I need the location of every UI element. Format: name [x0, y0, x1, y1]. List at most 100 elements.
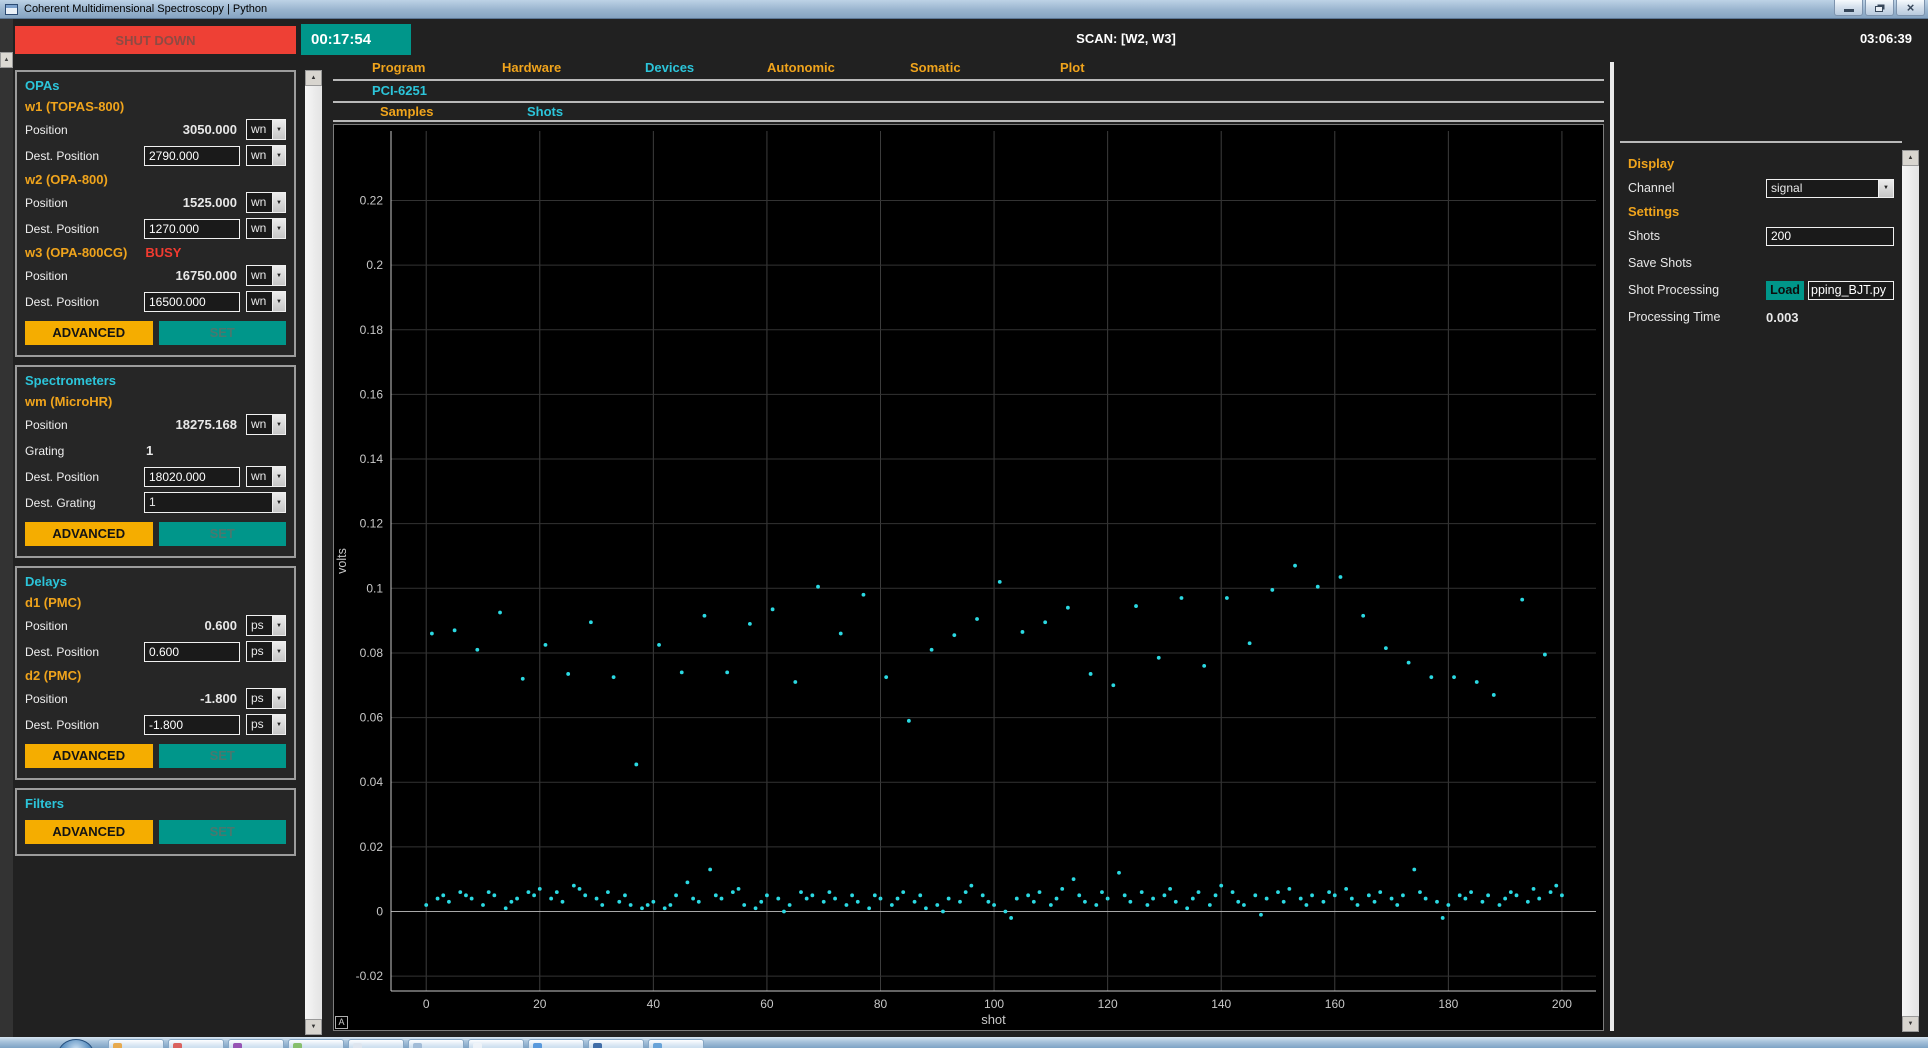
- destination-input[interactable]: [144, 219, 240, 239]
- start-button[interactable]: [58, 1039, 94, 1048]
- close-button[interactable]: ×: [1896, 0, 1925, 16]
- data-point: [1055, 897, 1059, 901]
- data-point: [436, 897, 440, 901]
- taskbar-app-button[interactable]: [228, 1039, 284, 1048]
- data-point: [1304, 903, 1308, 907]
- destination-input[interactable]: [144, 642, 240, 662]
- units-value: wn: [247, 292, 272, 311]
- restore-button[interactable]: [1865, 0, 1894, 16]
- subtab-shots[interactable]: Shots: [527, 104, 563, 119]
- tab-devices[interactable]: Devices: [645, 60, 767, 75]
- destination-input[interactable]: [144, 146, 240, 166]
- tab-program[interactable]: Program: [372, 60, 502, 75]
- tab-somatic[interactable]: Somatic: [910, 60, 1060, 75]
- units-select[interactable]: ps▼: [246, 641, 286, 662]
- units-select[interactable]: wn▼: [246, 466, 286, 487]
- destination-input[interactable]: [144, 715, 240, 735]
- advanced-button[interactable]: ADVANCED: [25, 321, 153, 345]
- chevron-down-icon: ▼: [272, 689, 285, 708]
- data-point: [549, 897, 553, 901]
- data-point: [668, 903, 672, 907]
- data-point: [1543, 653, 1547, 657]
- units-select[interactable]: ps▼: [246, 688, 286, 709]
- processing-file-input[interactable]: [1808, 281, 1894, 300]
- data-point: [1038, 890, 1042, 894]
- taskbar-app-button[interactable]: [108, 1039, 164, 1048]
- data-point: [1384, 646, 1388, 650]
- tab-plot[interactable]: Plot: [1060, 60, 1140, 75]
- subtab-samples[interactable]: Samples: [380, 104, 527, 119]
- data-point: [1043, 620, 1047, 624]
- set-button[interactable]: SET: [159, 744, 287, 768]
- sidebar-scrollbar[interactable]: ▲ ▼: [305, 70, 322, 1035]
- window-titlebar[interactable]: Coherent Multidimensional Spectroscopy |…: [0, 0, 1928, 19]
- scroll-up-icon[interactable]: ▲: [0, 52, 13, 68]
- data-point: [1163, 893, 1167, 897]
- units-select[interactable]: wn▼: [246, 192, 286, 213]
- units-value: wn: [247, 415, 272, 434]
- units-select[interactable]: wn▼: [246, 291, 286, 312]
- set-button[interactable]: SET: [159, 522, 287, 546]
- units-select[interactable]: wn▼: [246, 119, 286, 140]
- sub-tab-separator: [333, 120, 1604, 122]
- scatter-plot[interactable]: 0.220.20.180.160.140.120.10.080.060.040.…: [334, 125, 1603, 1030]
- channel-select[interactable]: signal ▼: [1766, 179, 1894, 198]
- data-point: [1350, 897, 1354, 901]
- tab-hardware[interactable]: Hardware: [502, 60, 645, 75]
- taskbar-app-button[interactable]: [528, 1039, 584, 1048]
- scroll-down-icon[interactable]: ▼: [305, 1019, 322, 1035]
- advanced-button[interactable]: ADVANCED: [25, 522, 153, 546]
- settings-scrollbar[interactable]: ▲ ▼: [1902, 150, 1919, 1032]
- autoscale-button[interactable]: A: [335, 1016, 348, 1029]
- units-select[interactable]: wn▼: [246, 218, 286, 239]
- taskbar-app-button[interactable]: [408, 1039, 464, 1048]
- x-tick-label: 180: [1438, 997, 1458, 1011]
- device-tab-pci-6251[interactable]: PCI-6251: [372, 83, 427, 98]
- set-button[interactable]: SET: [159, 820, 287, 844]
- x-axis-label: shot: [981, 1012, 1006, 1027]
- scroll-up-icon[interactable]: ▲: [305, 70, 322, 86]
- minimize-button[interactable]: [1834, 0, 1863, 16]
- units-select[interactable]: ps▼: [246, 615, 286, 636]
- windows-taskbar[interactable]: [0, 1037, 1928, 1048]
- data-point: [1253, 893, 1257, 897]
- destination-input[interactable]: [144, 292, 240, 312]
- load-button[interactable]: Load: [1766, 281, 1804, 300]
- panel-splitter[interactable]: [1610, 62, 1614, 1031]
- data-point: [1333, 893, 1337, 897]
- data-point: [572, 884, 576, 888]
- advanced-button[interactable]: ADVANCED: [25, 820, 153, 844]
- scroll-down-icon[interactable]: ▼: [1902, 1016, 1919, 1032]
- left-gutter: ▲: [0, 19, 13, 1037]
- data-point: [1441, 916, 1445, 920]
- taskbar-app-button[interactable]: [168, 1039, 224, 1048]
- shutdown-button[interactable]: SHUT DOWN: [15, 26, 296, 54]
- data-point: [492, 893, 496, 897]
- taskbar-app-button[interactable]: [348, 1039, 404, 1048]
- taskbar-app-button[interactable]: [648, 1039, 704, 1048]
- data-point: [1021, 630, 1025, 634]
- taskbar-app-button[interactable]: [588, 1039, 644, 1048]
- data-point: [839, 632, 843, 636]
- data-point: [1089, 672, 1093, 676]
- processing-time-label: Processing Time: [1628, 310, 1766, 324]
- tab-autonomic[interactable]: Autonomic: [767, 60, 910, 75]
- destination-input[interactable]: [144, 467, 240, 487]
- scroll-up-icon[interactable]: ▲: [1902, 150, 1919, 166]
- section-title: Spectrometers: [25, 373, 286, 388]
- data-point: [918, 893, 922, 897]
- units-select[interactable]: ps▼: [246, 714, 286, 735]
- shots-input[interactable]: [1766, 227, 1894, 246]
- set-button[interactable]: SET: [159, 321, 287, 345]
- grating-select[interactable]: 1▼: [144, 492, 286, 513]
- units-select[interactable]: wn▼: [246, 145, 286, 166]
- units-select[interactable]: wn▼: [246, 265, 286, 286]
- data-point: [555, 890, 559, 894]
- data-point: [424, 903, 428, 907]
- taskbar-app-button[interactable]: [288, 1039, 344, 1048]
- app-icon: [533, 1043, 542, 1048]
- advanced-button[interactable]: ADVANCED: [25, 744, 153, 768]
- taskbar-app-button[interactable]: [468, 1039, 524, 1048]
- data-point: [1106, 897, 1110, 901]
- units-select[interactable]: wn▼: [246, 414, 286, 435]
